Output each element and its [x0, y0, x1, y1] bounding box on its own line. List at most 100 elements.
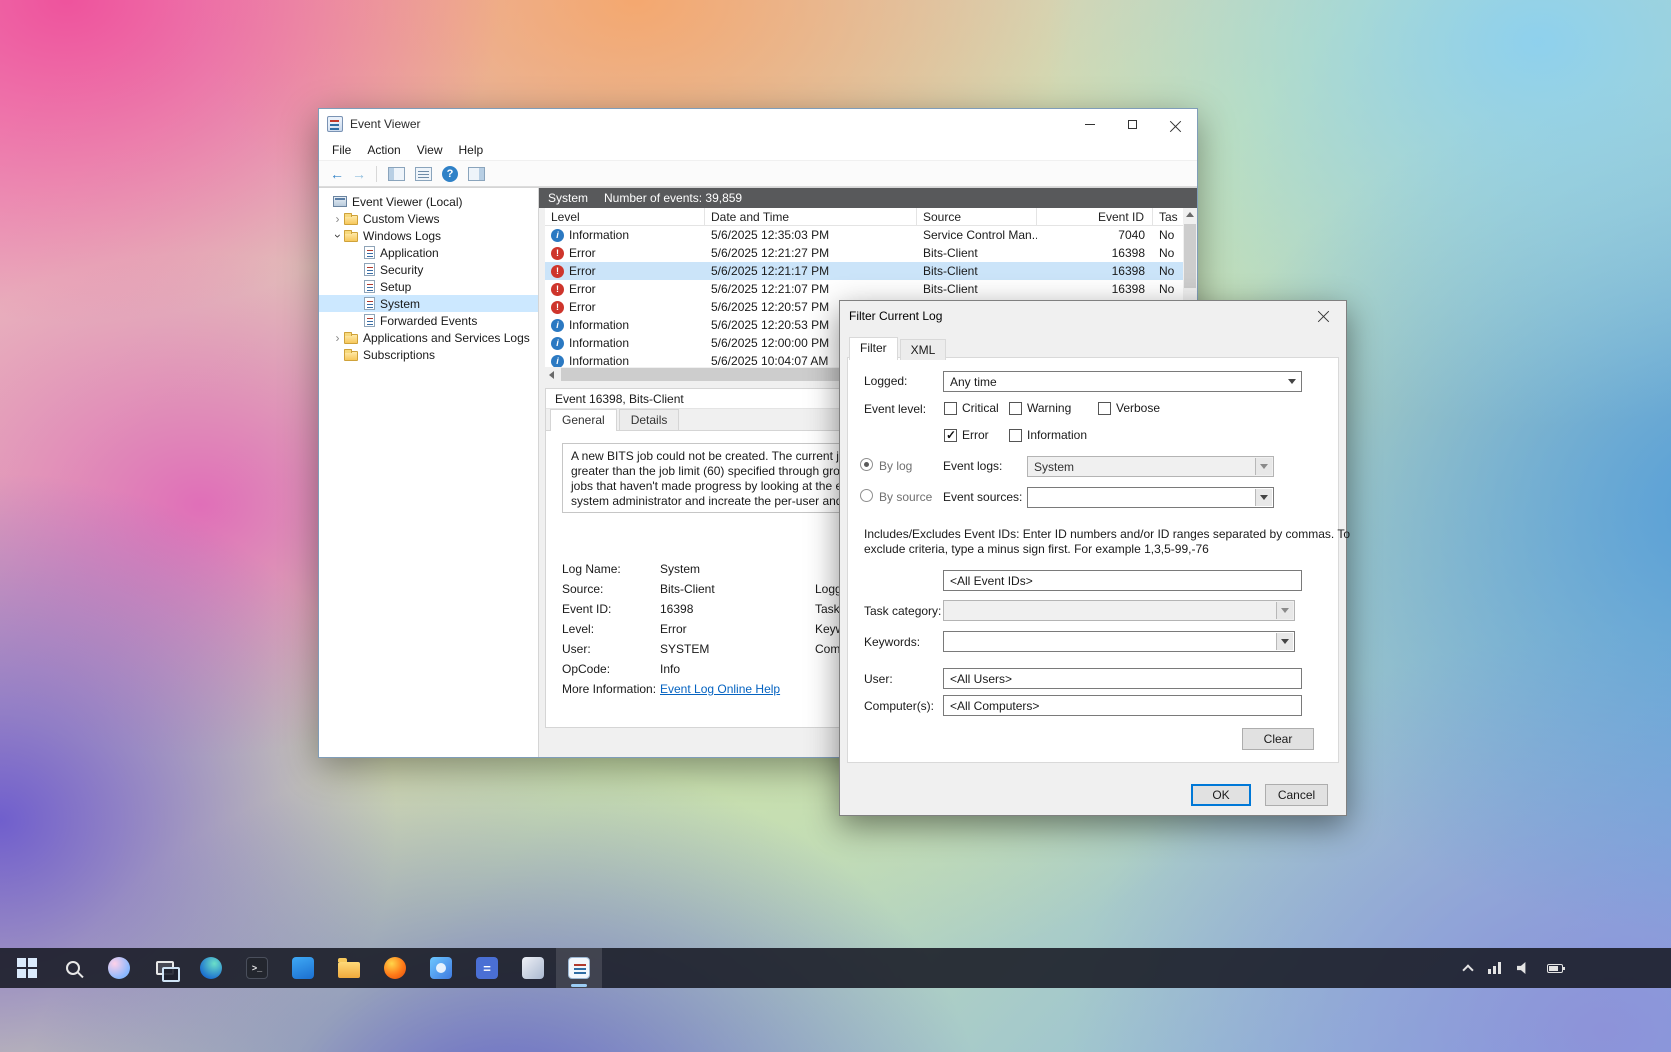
- start-button[interactable]: [4, 948, 50, 988]
- battery-icon[interactable]: [1547, 964, 1563, 973]
- column-header-level[interactable]: Level: [545, 208, 705, 225]
- taskbar-photos-button[interactable]: [418, 948, 464, 988]
- tree-item-forwarded-events[interactable]: Forwarded Events: [319, 312, 538, 329]
- minimize-button[interactable]: [1068, 109, 1111, 139]
- back-icon[interactable]: [328, 165, 346, 183]
- filter-tab-page: Logged: Any time Event level: Critical W…: [847, 357, 1339, 763]
- tree-item-system[interactable]: System: [319, 295, 538, 312]
- tree-item-custom-views[interactable]: Custom Views: [319, 210, 538, 227]
- computers-input[interactable]: <All Computers>: [943, 695, 1302, 716]
- scroll-left-icon[interactable]: [549, 371, 554, 379]
- checkbox-verbose[interactable]: Verbose: [1098, 401, 1160, 415]
- window-controls: [1068, 109, 1197, 139]
- ok-button[interactable]: OK: [1191, 784, 1251, 806]
- event-sources-dropdown[interactable]: [1027, 487, 1274, 508]
- event-logs-dropdown[interactable]: System: [1027, 456, 1274, 477]
- taskbar-vscode-button[interactable]: [280, 948, 326, 988]
- hidden-icons-chevron-icon[interactable]: [1462, 964, 1473, 975]
- tree-item-application[interactable]: Application: [319, 244, 538, 261]
- copilot-icon: [108, 957, 130, 979]
- event-ids-input[interactable]: <All Event IDs>: [943, 570, 1302, 591]
- radio-by-log[interactable]: [860, 458, 873, 471]
- taskbar-task-view-button[interactable]: [142, 948, 188, 988]
- taskbar-terminal-button[interactable]: [234, 948, 280, 988]
- taskbar-copilot-button[interactable]: [96, 948, 142, 988]
- event-row[interactable]: Information 5/6/2025 12:35:03 PM Service…: [545, 226, 1191, 244]
- tree-item-applications-services-logs[interactable]: Applications and Services Logs: [319, 329, 538, 346]
- export-list-icon[interactable]: [415, 167, 432, 181]
- event-row-selected[interactable]: Error 5/6/2025 12:21:17 PM Bits-Client 1…: [545, 262, 1191, 280]
- taskbar-calculator-button[interactable]: [464, 948, 510, 988]
- checkbox-icon: [1009, 429, 1022, 442]
- firefox-icon: [384, 957, 406, 979]
- menu-view[interactable]: View: [409, 141, 451, 159]
- chevron-down-icon[interactable]: [331, 230, 344, 242]
- column-header-event-id[interactable]: Event ID: [1037, 208, 1153, 225]
- taskbar-apps: [0, 948, 602, 988]
- tree-item-security[interactable]: Security: [319, 261, 538, 278]
- tree-item-subscriptions[interactable]: Subscriptions: [319, 346, 538, 363]
- titlebar[interactable]: Event Viewer: [319, 109, 1197, 139]
- vscode-icon: [292, 957, 314, 979]
- checkbox-warning[interactable]: Warning: [1009, 401, 1071, 415]
- checkbox-critical[interactable]: Critical: [944, 401, 999, 415]
- task-category-dropdown[interactable]: [943, 600, 1295, 621]
- system-tray: [1464, 948, 1563, 988]
- event-ids-help-line1: Includes/Excludes Event IDs: Enter ID nu…: [864, 527, 1350, 542]
- user-input[interactable]: <All Users>: [943, 668, 1302, 689]
- clear-button[interactable]: Clear: [1242, 728, 1314, 750]
- event-log-online-help-link[interactable]: Event Log Online Help: [660, 682, 780, 696]
- dialog-title: Filter Current Log: [849, 309, 942, 323]
- tab-details[interactable]: Details: [619, 409, 680, 430]
- taskbar-event-viewer-button[interactable]: [556, 948, 602, 988]
- tree-item-setup[interactable]: Setup: [319, 278, 538, 295]
- error-icon: [551, 283, 564, 296]
- logged-dropdown[interactable]: Any time: [943, 371, 1302, 392]
- tree-item-root[interactable]: Event Viewer (Local): [319, 193, 538, 210]
- close-button[interactable]: [1154, 109, 1197, 139]
- volume-icon[interactable]: [1517, 962, 1531, 974]
- folder-icon: [344, 351, 358, 361]
- tab-general[interactable]: General: [550, 409, 617, 431]
- checkbox-error[interactable]: Error: [944, 428, 989, 442]
- console-tree: Event Viewer (Local) Custom Views Window…: [319, 188, 539, 757]
- taskbar-search-button[interactable]: [50, 948, 96, 988]
- show-console-tree-icon[interactable]: [388, 167, 405, 181]
- dialog-close-button[interactable]: [1301, 301, 1346, 331]
- event-level-label: Event level:: [864, 402, 926, 416]
- chevron-right-icon[interactable]: [331, 332, 344, 344]
- taskbar-edge-button[interactable]: [188, 948, 234, 988]
- event-viewer-icon: [568, 957, 590, 979]
- menu-help[interactable]: Help: [451, 141, 492, 159]
- scroll-up-icon[interactable]: [1186, 212, 1194, 217]
- show-action-pane-icon[interactable]: [468, 167, 485, 181]
- taskbar-file-explorer-button[interactable]: [326, 948, 372, 988]
- column-header-source[interactable]: Source: [917, 208, 1037, 225]
- event-row[interactable]: Error 5/6/2025 12:21:27 PM Bits-Client 1…: [545, 244, 1191, 262]
- network-icon[interactable]: [1488, 962, 1501, 974]
- menu-action[interactable]: Action: [359, 141, 408, 159]
- photos-icon: [430, 957, 452, 979]
- event-row[interactable]: Error 5/6/2025 12:21:07 PM Bits-Client 1…: [545, 280, 1191, 298]
- maximize-button[interactable]: [1111, 109, 1154, 139]
- column-header-date[interactable]: Date and Time: [705, 208, 917, 225]
- dialog-titlebar[interactable]: Filter Current Log: [840, 301, 1346, 331]
- help-icon[interactable]: ?: [442, 166, 458, 182]
- file-explorer-icon: [338, 962, 360, 978]
- checkbox-icon: [944, 402, 957, 415]
- scrollbar-thumb[interactable]: [561, 368, 861, 381]
- forward-icon[interactable]: [350, 165, 368, 183]
- tab-xml[interactable]: XML: [900, 339, 947, 360]
- chevron-right-icon[interactable]: [331, 213, 344, 225]
- radio-by-source[interactable]: [860, 489, 873, 502]
- scrollbar-thumb[interactable]: [1184, 224, 1196, 288]
- checkbox-information[interactable]: Information: [1009, 428, 1087, 442]
- menu-file[interactable]: File: [324, 141, 359, 159]
- checkbox-checked-icon: [944, 429, 957, 442]
- tree-item-windows-logs[interactable]: Windows Logs: [319, 227, 538, 244]
- cancel-button[interactable]: Cancel: [1265, 784, 1328, 806]
- tab-filter[interactable]: Filter: [849, 337, 898, 360]
- keywords-dropdown[interactable]: [943, 631, 1295, 652]
- taskbar-paint-button[interactable]: [510, 948, 556, 988]
- taskbar-firefox-button[interactable]: [372, 948, 418, 988]
